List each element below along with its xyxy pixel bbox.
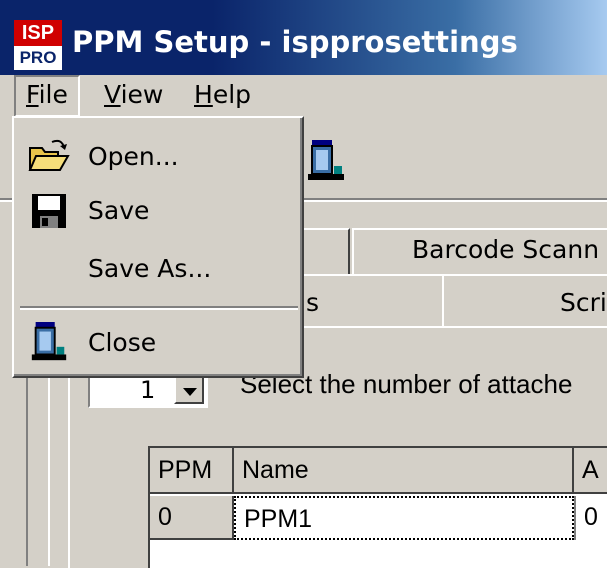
menu-item-save-as-label: Save As...: [88, 254, 212, 283]
tab-front-left[interactable]: s: [280, 274, 444, 328]
ppm-grid[interactable]: PPM Name A 0 PPM1 0: [148, 446, 607, 568]
file-menu-dropdown: Open... Save Save As... Close: [12, 116, 304, 378]
title-bar: ISP PRO PPM Setup - ispprosettings: [0, 0, 607, 75]
grid-cell-name[interactable]: PPM1: [234, 496, 574, 540]
menu-bar: File View Help: [0, 75, 607, 117]
menu-view-rest: iew: [120, 80, 164, 109]
tab-scripts[interactable]: Scri: [442, 274, 607, 328]
window-title: PPM Setup - ispprosettings: [72, 25, 518, 59]
tab-barcode-scanner[interactable]: Barcode Scann: [352, 228, 607, 276]
menu-item-close[interactable]: Close: [18, 316, 300, 370]
close-toolbar-icon[interactable]: [306, 140, 346, 184]
menu-item-save-as[interactable]: Save As...: [18, 242, 300, 296]
app-logo-bottom: PRO: [14, 46, 62, 70]
close-program-icon: [31, 322, 67, 361]
open-folder-icon: [28, 139, 70, 171]
menu-item-save[interactable]: Save: [18, 184, 300, 238]
menu-item-open-label: Open...: [88, 142, 179, 171]
menu-help-rest: elp: [212, 80, 252, 109]
grid-cell-a[interactable]: 0: [574, 496, 607, 540]
app-logo-icon: ISP PRO: [14, 20, 62, 70]
menu-item-open[interactable]: Open...: [18, 130, 300, 184]
grid-header-name[interactable]: Name: [234, 448, 574, 494]
menu-help[interactable]: Help: [184, 75, 261, 115]
grid-cell-ppm[interactable]: 0: [150, 496, 234, 540]
chevron-down-icon[interactable]: [174, 376, 204, 404]
grid-header-a[interactable]: A: [574, 448, 607, 494]
tab-front-left-label: s: [306, 288, 320, 317]
menu-view[interactable]: View: [94, 75, 173, 115]
tab-scripts-label: Scri: [560, 288, 607, 317]
ppm-count-value: 1: [140, 376, 156, 404]
app-logo-top: ISP: [14, 20, 62, 46]
menu-item-close-label: Close: [88, 328, 157, 357]
tab-barcode-scanner-label: Barcode Scann: [412, 235, 600, 264]
menu-file-accel: F: [26, 80, 39, 109]
menu-view-accel: V: [104, 80, 121, 109]
menu-separator: [20, 306, 298, 310]
menu-file[interactable]: File: [14, 75, 80, 117]
floppy-disk-icon: [32, 194, 66, 228]
menu-help-accel: H: [194, 80, 213, 109]
menu-item-save-label: Save: [88, 196, 150, 225]
grid-header-ppm[interactable]: PPM: [150, 448, 234, 494]
menu-file-rest: ile: [38, 80, 68, 109]
